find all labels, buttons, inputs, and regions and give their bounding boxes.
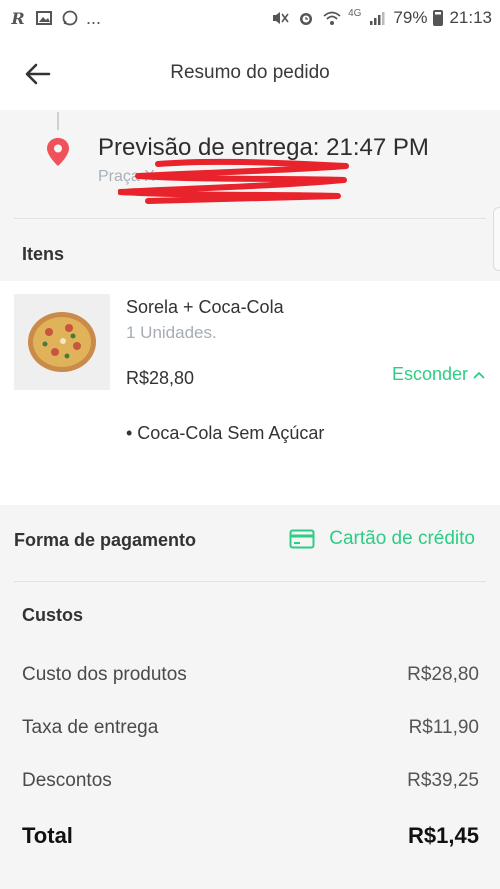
cost-label: Taxa de entrega [22,717,159,738]
arrow-left-icon [25,63,51,85]
location-pin-icon [44,136,72,168]
cost-row-discounts: Descontos R$39,25 [22,770,479,792]
item-quantity: 1 Unidades. [126,323,217,342]
pizza-image [14,294,110,390]
status-bar-left: R ... [8,8,101,29]
status-bar-right: 4G 79% 21:13 [270,8,492,28]
hide-details-label: Esconder [391,364,468,384]
redaction-scribble [118,158,349,204]
whatsapp-icon [60,8,80,28]
credit-card-icon [289,529,315,549]
items-section-title: Itens [22,244,65,264]
wifi-icon [322,8,342,28]
cost-row-products: Custo dos produtos R$28,80 [22,664,479,686]
battery-percent: 79% [393,8,428,27]
mute-icon [270,8,290,28]
alarm-icon [296,8,316,28]
back-button[interactable] [22,58,54,90]
app-header: Resumo do pedido [0,36,500,110]
divider [14,581,486,582]
payment-method-button[interactable]: Cartão de crédito [289,528,475,550]
signal-icon [367,8,387,28]
timeline-line [57,112,59,130]
costs-section-title: Custos [22,605,84,625]
image-icon [34,8,54,28]
total-value: R$1,45 [408,823,479,848]
divider [14,218,486,219]
page-title: Resumo do pedido [170,62,330,83]
status-bar: R ... 4G 79% 21:13 [0,0,500,36]
cost-label: Descontos [22,770,112,791]
cost-value: R$28,80 [407,664,479,685]
item-addon: • Coca-Cola Sem Açúcar [126,423,325,443]
cost-row-delivery-fee: Taxa de entrega R$11,90 [22,717,479,739]
payment-method-label: Cartão de crédito [329,528,475,549]
total-label: Total [22,823,73,848]
more-notifications: ... [86,7,102,28]
total-row: Total R$1,45 [22,823,479,849]
cost-value: R$11,90 [408,717,479,738]
item-price: R$28,80 [126,368,195,388]
item-name: Sorela + Coca-Cola [126,297,284,317]
payment-section-title: Forma de pagamento [14,530,197,550]
network-type: 4G [348,7,362,19]
scroll-handle[interactable] [493,207,500,271]
app-r-icon: R [11,8,25,28]
battery-icon [433,10,444,26]
chevron-up-icon [473,371,485,379]
cost-value: R$39,25 [407,770,479,791]
cost-label: Custo dos produtos [22,664,187,685]
clock: 21:13 [449,8,492,27]
hide-details-toggle[interactable]: Esconder [392,364,486,385]
